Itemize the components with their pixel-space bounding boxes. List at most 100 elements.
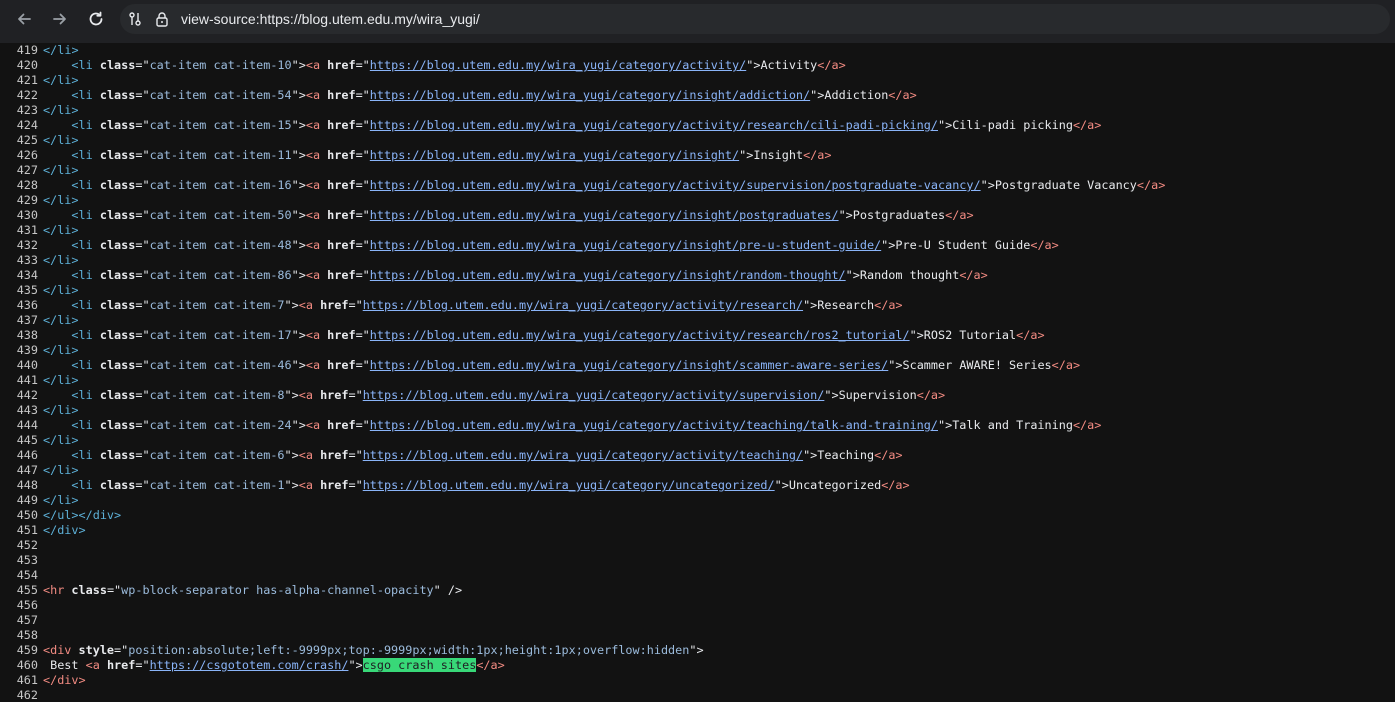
code-token: href [312, 448, 349, 462]
source-link[interactable]: https://blog.utem.edu.my/wira_yugi/categ… [370, 268, 846, 282]
code-token: position:absolute;left:-9999px;top:-9999… [128, 643, 690, 657]
line-number: 451 [16, 523, 38, 537]
code-token: class [92, 298, 136, 312]
code-token: Research [817, 298, 875, 312]
line-content: <li class="cat-item cat-item-54"><a href… [43, 88, 916, 102]
code-token: =" [106, 583, 122, 597]
code-token: <a [85, 658, 100, 672]
source-link[interactable]: https://blog.utem.edu.my/wira_yugi/categ… [370, 358, 888, 372]
source-link[interactable]: https://blog.utem.edu.my/wira_yugi/categ… [370, 238, 881, 252]
source-link[interactable]: https://csgototem.com/crash/ [150, 658, 349, 672]
code-token: =" [135, 658, 150, 672]
tune-icon[interactable] [126, 10, 144, 28]
source-line: 455 <hr class="wp-block-separator has-alp… [0, 583, 1395, 598]
code-token: =" [355, 418, 370, 432]
line-content: <li class="cat-item cat-item-6"><a href=… [43, 448, 902, 462]
code-token: "> [291, 88, 306, 102]
line-content: </li> [43, 493, 79, 507]
code-token: </a [817, 58, 839, 72]
code-token: =" [355, 358, 370, 372]
code-token: class [92, 118, 136, 132]
line-content: </li> [43, 283, 79, 297]
source-line: 420 <li class="cat-item cat-item-10"><a … [0, 58, 1395, 73]
source-line: 438 <li class="cat-item cat-item-17"><a … [0, 328, 1395, 343]
source-line: 445 </li> [0, 433, 1395, 448]
source-link[interactable]: https://blog.utem.edu.my/wira_yugi/categ… [370, 208, 839, 222]
code-token: class [92, 478, 136, 492]
address-bar[interactable]: view-source:https://blog.utem.edu.my/wir… [120, 4, 1390, 34]
code-token: href [320, 238, 356, 252]
code-token: "> [284, 388, 299, 402]
code-token: =" [348, 298, 363, 312]
code-token: cat-item cat-item-10 [149, 58, 292, 72]
source-link[interactable]: https://blog.utem.edu.my/wira_yugi/categ… [363, 388, 825, 402]
source-link[interactable]: https://blog.utem.edu.my/wira_yugi/categ… [363, 298, 803, 312]
code-token: </ul></div> [43, 508, 122, 522]
source-link[interactable]: https://blog.utem.edu.my/wira_yugi/categ… [370, 418, 938, 432]
source-link[interactable]: https://blog.utem.edu.my/wira_yugi/categ… [363, 478, 775, 492]
line-content: </li> [43, 43, 79, 57]
source-link[interactable]: https://blog.utem.edu.my/wira_yugi/categ… [370, 148, 739, 162]
code-token: class [92, 208, 136, 222]
line-number: 452 [16, 538, 38, 552]
code-token: "> [810, 88, 825, 102]
code-token: cat-item cat-item-50 [149, 208, 292, 222]
source-link[interactable]: https://blog.utem.edu.my/wira_yugi/categ… [370, 88, 810, 102]
code-token: <li [71, 448, 93, 462]
code-token: "> [284, 448, 299, 462]
line-number: 458 [16, 628, 38, 642]
code-token: class [92, 238, 136, 252]
code-token: Scammer AWARE! Series [902, 358, 1052, 372]
source-line: 449 </li> [0, 493, 1395, 508]
source-line: 458 [0, 628, 1395, 643]
line-number: 423 [16, 103, 38, 117]
source-line: 426 <li class="cat-item cat-item-11"><a … [0, 148, 1395, 163]
source-line: 421 </li> [0, 73, 1395, 88]
url-text[interactable]: view-source:https://blog.utem.edu.my/wir… [181, 11, 480, 27]
lock-icon[interactable] [153, 10, 171, 28]
code-token: </li> [43, 73, 79, 87]
code-token: > [1051, 238, 1059, 252]
code-token: > [902, 478, 910, 492]
line-number: 438 [16, 328, 38, 342]
code-token: =" [355, 118, 370, 132]
code-token: <li [71, 478, 93, 492]
code-token: Activity [760, 58, 818, 72]
line-number: 429 [16, 193, 38, 207]
code-token: =" [135, 298, 150, 312]
code-token: cat-item cat-item-54 [149, 88, 292, 102]
code-token: "> [888, 358, 903, 372]
code-token: </a [1072, 418, 1095, 432]
forward-button[interactable] [46, 5, 74, 33]
code-token: <li [71, 88, 93, 102]
source-link[interactable]: https://blog.utem.edu.my/wira_yugi/categ… [370, 178, 981, 192]
arrow-left-icon [15, 10, 33, 28]
source-view[interactable]: 419 </li> 420 <li class="cat-item cat-item… [0, 43, 1395, 702]
reload-button[interactable] [82, 5, 110, 33]
code-token: > [1158, 178, 1166, 192]
code-token: > [838, 58, 846, 72]
line-number: 442 [16, 388, 38, 402]
line-number: 424 [16, 118, 38, 132]
code-token: Supervision [838, 388, 917, 402]
line-number: 441 [16, 373, 38, 387]
code-token: </li> [43, 403, 79, 417]
code-token: =" [135, 358, 150, 372]
back-button[interactable] [10, 5, 38, 33]
code-token: Postgraduates [852, 208, 946, 222]
source-link[interactable]: https://blog.utem.edu.my/wira_yugi/categ… [370, 58, 746, 72]
line-number: 461 [16, 673, 38, 687]
source-link[interactable]: https://blog.utem.edu.my/wira_yugi/categ… [363, 448, 803, 462]
line-number: 456 [16, 598, 38, 612]
source-link[interactable]: https://blog.utem.edu.my/wira_yugi/categ… [370, 328, 910, 342]
source-link[interactable]: https://blog.utem.edu.my/wira_yugi/categ… [370, 118, 938, 132]
code-token: "> [909, 328, 924, 342]
line-number: 434 [16, 268, 38, 282]
code-token: class [92, 178, 136, 192]
code-token: href [320, 88, 356, 102]
browser-toolbar: view-source:https://blog.utem.edu.my/wir… [0, 0, 1395, 38]
